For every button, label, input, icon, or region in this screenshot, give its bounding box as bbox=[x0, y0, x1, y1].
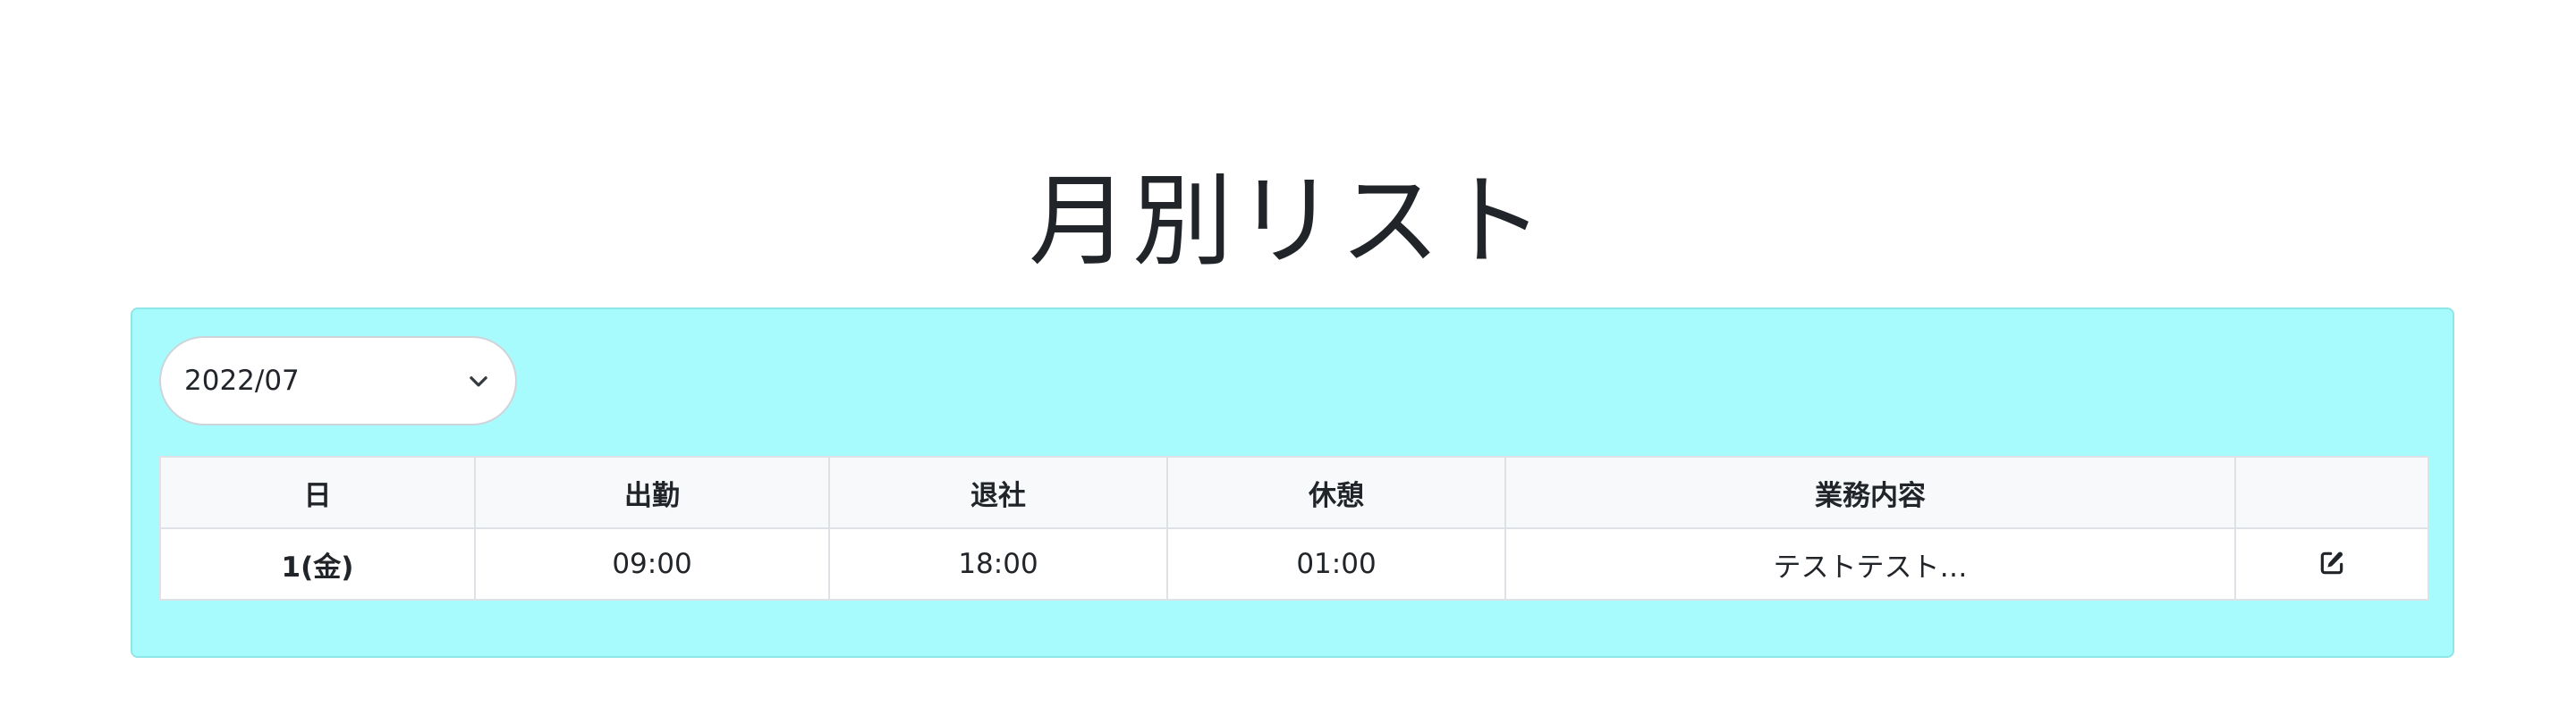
cell-action bbox=[2234, 527, 2429, 601]
column-header-end: 退社 bbox=[828, 456, 1168, 529]
cell-work: テストテスト… bbox=[1504, 527, 2236, 601]
chevron-down-icon bbox=[463, 366, 494, 396]
page-title: 月別リスト bbox=[1029, 164, 1547, 280]
column-header-action bbox=[2234, 456, 2429, 529]
table-row: 1(金) 09:00 18:00 01:00 テストテスト… bbox=[159, 527, 2429, 601]
cell-day: 1(金) bbox=[159, 527, 476, 601]
cell-start: 09:00 bbox=[474, 527, 830, 601]
column-header-day: 日 bbox=[159, 456, 476, 529]
attendance-table: 日 出勤 退社 休憩 業務内容 1(金) 09:00 18:00 01:00 テ… bbox=[159, 456, 2429, 601]
column-header-work: 業務内容 bbox=[1504, 456, 2236, 529]
cell-break: 01:00 bbox=[1166, 527, 1506, 601]
column-header-start: 出勤 bbox=[474, 456, 830, 529]
table-header-row: 日 出勤 退社 休憩 業務内容 bbox=[159, 456, 2429, 529]
edit-icon[interactable] bbox=[2312, 543, 2351, 583]
content-panel: 2022/07 日 出勤 退社 休憩 業務内容 1(金) 09:00 18:00… bbox=[131, 307, 2454, 658]
month-select-value: 2022/07 bbox=[184, 365, 300, 397]
page: 月別リスト 2022/07 日 出勤 退社 休憩 業務内容 1(金) 09:00… bbox=[0, 0, 2576, 724]
column-header-break: 休憩 bbox=[1166, 456, 1506, 529]
month-select[interactable]: 2022/07 bbox=[159, 336, 517, 425]
cell-end: 18:00 bbox=[828, 527, 1168, 601]
